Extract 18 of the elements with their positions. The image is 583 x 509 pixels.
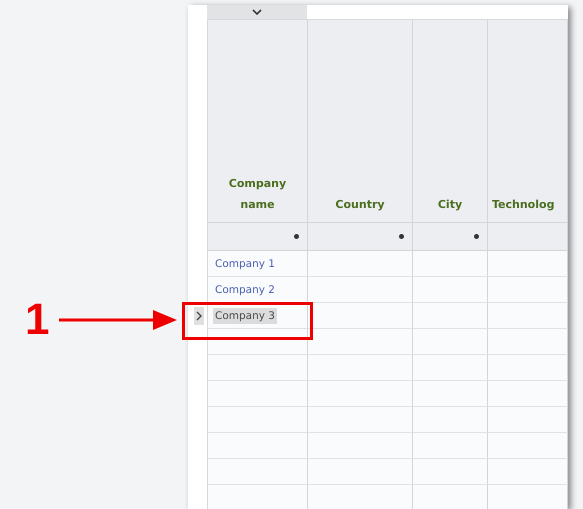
- filter-cell[interactable]: [208, 223, 308, 251]
- chevron-down-icon: [252, 9, 262, 15]
- collapse-tab[interactable]: [207, 5, 307, 19]
- company-link[interactable]: Company 3: [213, 308, 277, 324]
- filter-dot-icon[interactable]: [474, 234, 479, 239]
- column-header[interactable]: Company name: [208, 20, 308, 223]
- column-header[interactable]: City: [413, 20, 488, 223]
- chevron-right-icon[interactable]: [194, 306, 204, 324]
- company-link[interactable]: Company 2: [213, 282, 277, 298]
- filter-cell[interactable]: [488, 223, 568, 251]
- filter-dot-icon[interactable]: [294, 234, 299, 239]
- filter-cell[interactable]: [308, 223, 413, 251]
- column-header[interactable]: Country: [308, 20, 413, 223]
- filter-dot-icon[interactable]: [399, 234, 404, 239]
- company-link[interactable]: Company 1: [213, 256, 277, 272]
- callout-number: 1: [25, 298, 50, 342]
- filter-cell[interactable]: [413, 223, 488, 251]
- column-header[interactable]: Technolog: [488, 20, 568, 223]
